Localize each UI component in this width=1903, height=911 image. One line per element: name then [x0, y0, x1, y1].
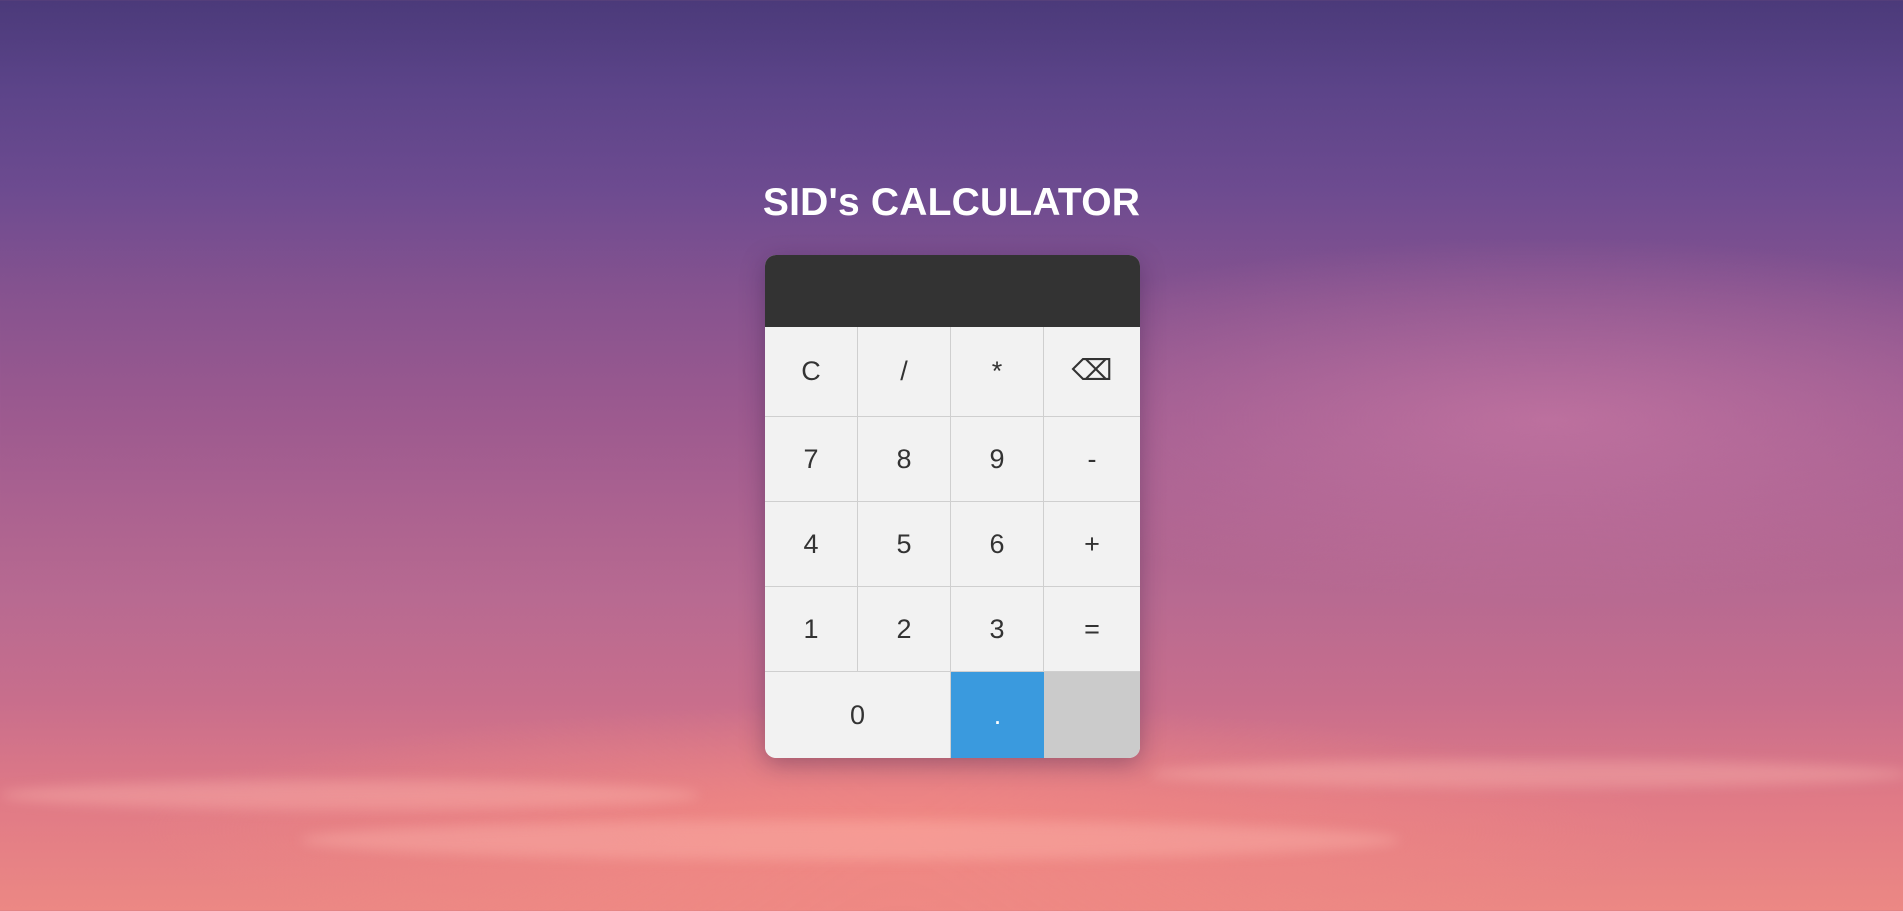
keypad: C / * ⌫ 7 8 9 - 4 5 6 + 1 2 3 = 0 .: [765, 327, 1140, 758]
background-cloud: [1150, 760, 1903, 788]
digit-0-button[interactable]: 0: [765, 672, 951, 758]
digit-1-button[interactable]: 1: [765, 587, 858, 672]
minus-button[interactable]: -: [1044, 417, 1140, 502]
calculator-display: [765, 255, 1140, 327]
blank-key: [1044, 672, 1140, 758]
background-cloud: [0, 780, 700, 810]
calculator: C / * ⌫ 7 8 9 - 4 5 6 + 1 2 3 = 0 .: [765, 255, 1140, 758]
decimal-point-button[interactable]: .: [951, 672, 1044, 758]
plus-button[interactable]: +: [1044, 502, 1140, 587]
digit-6-button[interactable]: 6: [951, 502, 1044, 587]
digit-4-button[interactable]: 4: [765, 502, 858, 587]
digit-8-button[interactable]: 8: [858, 417, 951, 502]
divide-button[interactable]: /: [858, 327, 951, 417]
digit-9-button[interactable]: 9: [951, 417, 1044, 502]
equals-button[interactable]: =: [1044, 587, 1140, 672]
digit-5-button[interactable]: 5: [858, 502, 951, 587]
digit-2-button[interactable]: 2: [858, 587, 951, 672]
background-cloud: [300, 820, 1400, 860]
backspace-icon: ⌫: [1071, 355, 1113, 387]
digit-3-button[interactable]: 3: [951, 587, 1044, 672]
multiply-button[interactable]: *: [951, 327, 1044, 417]
clear-button[interactable]: C: [765, 327, 858, 417]
page-title: SID's CALCULATOR: [762, 181, 1141, 224]
backspace-button[interactable]: ⌫: [1044, 327, 1140, 417]
digit-7-button[interactable]: 7: [765, 417, 858, 502]
